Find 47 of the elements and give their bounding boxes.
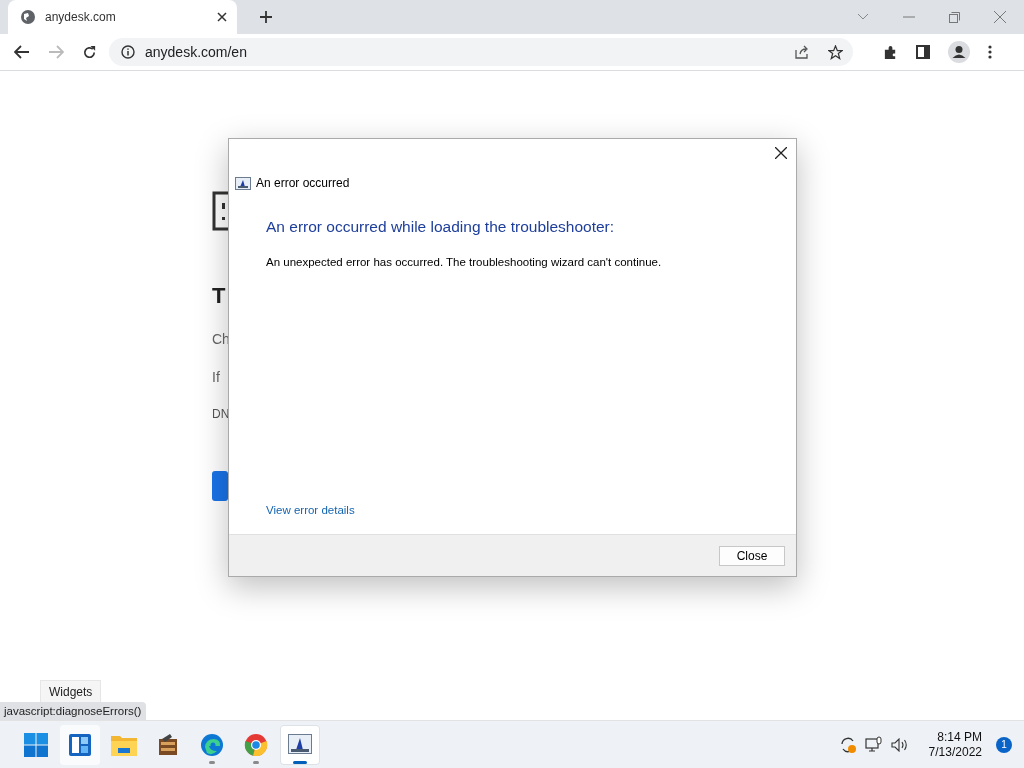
share-icon[interactable] xyxy=(795,45,810,59)
page-text: DN xyxy=(212,407,230,421)
profile-icon[interactable] xyxy=(948,41,970,63)
troubleshooter-icon xyxy=(235,176,251,190)
volume-icon[interactable] xyxy=(890,737,909,752)
taskbar-app[interactable] xyxy=(280,724,320,765)
widgets-icon xyxy=(68,732,92,757)
page-text: If xyxy=(212,369,220,385)
troubleshooter-icon xyxy=(288,733,312,756)
status-url: javascript:diagnoseErrors() xyxy=(0,702,147,720)
archive-icon xyxy=(156,732,180,757)
close-button[interactable]: Close xyxy=(719,545,785,566)
view-details-link[interactable]: View error details xyxy=(266,504,759,516)
running-indicator xyxy=(253,760,259,764)
browser-tab[interactable]: anydesk.com xyxy=(8,0,237,34)
windows-icon xyxy=(24,732,48,757)
chevron-down-icon[interactable] xyxy=(857,13,869,21)
dialog-title: An error occurred xyxy=(256,176,350,190)
edge-icon xyxy=(200,732,224,757)
taskbar-app[interactable] xyxy=(60,724,100,765)
error-message: An unexpected error has occurred. The troubleshooting wizard can't continue. xyxy=(266,256,663,268)
globe-icon xyxy=(20,9,36,25)
puzzle-icon[interactable] xyxy=(883,44,898,60)
clock[interactable]: 8:14 PM 7/13/2022 xyxy=(928,729,982,760)
address-bar[interactable]: anydesk.com/en xyxy=(109,38,853,66)
page-heading: T xyxy=(212,283,226,309)
running-indicator xyxy=(293,760,307,764)
sync-icon[interactable] xyxy=(838,735,857,754)
folder-icon xyxy=(111,733,137,756)
chrome-icon xyxy=(244,732,268,757)
reload-icon[interactable] xyxy=(82,44,97,60)
new-tab-icon[interactable] xyxy=(259,10,273,24)
document-icon xyxy=(212,191,228,231)
restore-icon[interactable] xyxy=(949,11,960,23)
close-icon[interactable] xyxy=(775,147,787,159)
star-icon[interactable] xyxy=(828,44,843,60)
tab-title: anydesk.com xyxy=(45,10,117,24)
running-indicator xyxy=(209,760,215,764)
menu-icon[interactable] xyxy=(988,45,992,59)
notification-badge[interactable]: 1 xyxy=(996,736,1012,753)
info-icon xyxy=(121,45,135,59)
tooltip: Widgets xyxy=(40,680,102,704)
error-heading: An error occurred while loading the troubleshooter: xyxy=(266,218,616,236)
side-panel-icon[interactable] xyxy=(916,45,930,59)
network-icon[interactable] xyxy=(864,736,883,753)
close-icon[interactable] xyxy=(217,12,227,22)
back-icon[interactable] xyxy=(14,45,30,59)
